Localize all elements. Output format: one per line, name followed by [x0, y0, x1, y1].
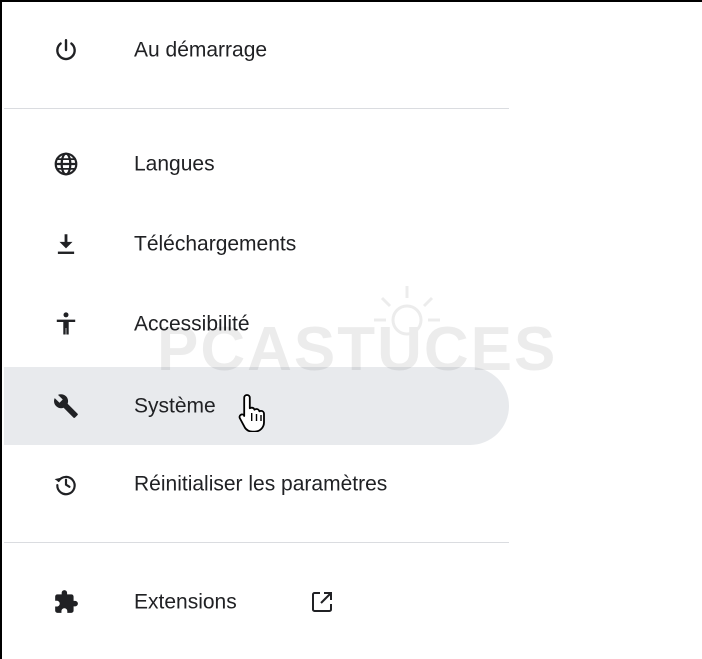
open-in-new-icon[interactable]: [310, 590, 334, 614]
menu-item-label: Extensions: [134, 590, 237, 614]
menu-item-system[interactable]: Système: [4, 367, 509, 445]
download-icon: [52, 230, 80, 258]
settings-window: Au démarrage Langues Téléchargements Acc…: [0, 0, 702, 659]
accessibility-icon: [52, 310, 80, 338]
menu-item-languages[interactable]: Langues: [4, 125, 509, 203]
menu-item-on-startup[interactable]: Au démarrage: [4, 11, 509, 89]
menu-item-label: Langues: [134, 152, 215, 176]
globe-icon: [52, 150, 80, 178]
menu-item-label: Réinitialiser les paramètres: [134, 472, 388, 496]
menu-item-label: Système: [134, 394, 216, 418]
settings-side-menu: Au démarrage Langues Téléchargements Acc…: [4, 4, 524, 659]
menu-item-label: Accessibilité: [134, 312, 250, 336]
power-icon: [52, 36, 80, 64]
menu-item-label: Au démarrage: [134, 38, 268, 62]
restore-icon: [52, 470, 80, 498]
menu-divider: [4, 542, 509, 543]
menu-item-reset-settings[interactable]: Réinitialiser les paramètres: [4, 445, 509, 523]
wrench-icon: [52, 392, 80, 420]
menu-item-extensions[interactable]: Extensions: [4, 563, 509, 641]
menu-item-downloads[interactable]: Téléchargements: [4, 205, 509, 283]
menu-item-label: Téléchargements: [134, 232, 297, 256]
menu-item-accessibility[interactable]: Accessibilité: [4, 285, 509, 363]
puzzle-icon: [52, 588, 80, 616]
menu-divider: [4, 108, 509, 109]
